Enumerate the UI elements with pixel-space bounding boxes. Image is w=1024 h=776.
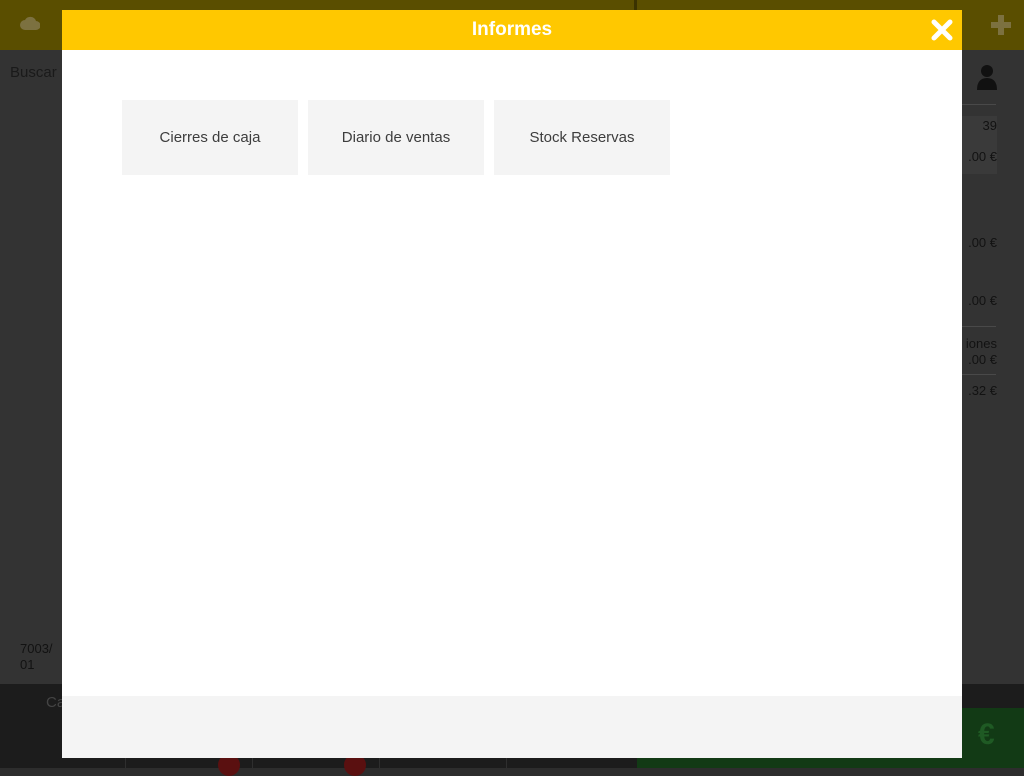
- total-currency: €: [978, 718, 995, 751]
- report-cierres-de-caja-button[interactable]: Cierres de caja: [122, 100, 298, 175]
- search-label[interactable]: Buscar: [10, 64, 57, 81]
- right-value: .00 €: [968, 235, 997, 250]
- ticket-ref-line: 01: [20, 657, 35, 672]
- right-value: .00 €: [968, 293, 997, 308]
- reports-modal: Informes Cierres de caja Diario de venta…: [62, 10, 962, 758]
- right-value: .00 €: [968, 352, 997, 367]
- right-divider: [960, 104, 996, 105]
- user-icon[interactable]: [976, 64, 998, 90]
- cloud-icon[interactable]: [20, 16, 40, 30]
- modal-header: Informes: [62, 10, 962, 50]
- right-divider: [960, 374, 996, 375]
- modal-footer: [62, 696, 962, 758]
- right-value: iones: [965, 336, 997, 351]
- right-value: .00 €: [968, 149, 997, 164]
- close-icon[interactable]: [930, 18, 954, 42]
- right-divider: [960, 326, 996, 327]
- plus-icon[interactable]: [989, 13, 1013, 37]
- right-value: 39: [982, 118, 997, 133]
- modal-title: Informes: [471, 19, 553, 40]
- report-stock-reservas-button[interactable]: Stock Reservas: [494, 100, 670, 175]
- report-diario-de-ventas-button[interactable]: Diario de ventas: [308, 100, 484, 175]
- ticket-ref-line: 7003/: [20, 641, 53, 656]
- ticket-reference: 7003/ 01: [20, 641, 53, 673]
- right-value: .32 €: [968, 383, 997, 398]
